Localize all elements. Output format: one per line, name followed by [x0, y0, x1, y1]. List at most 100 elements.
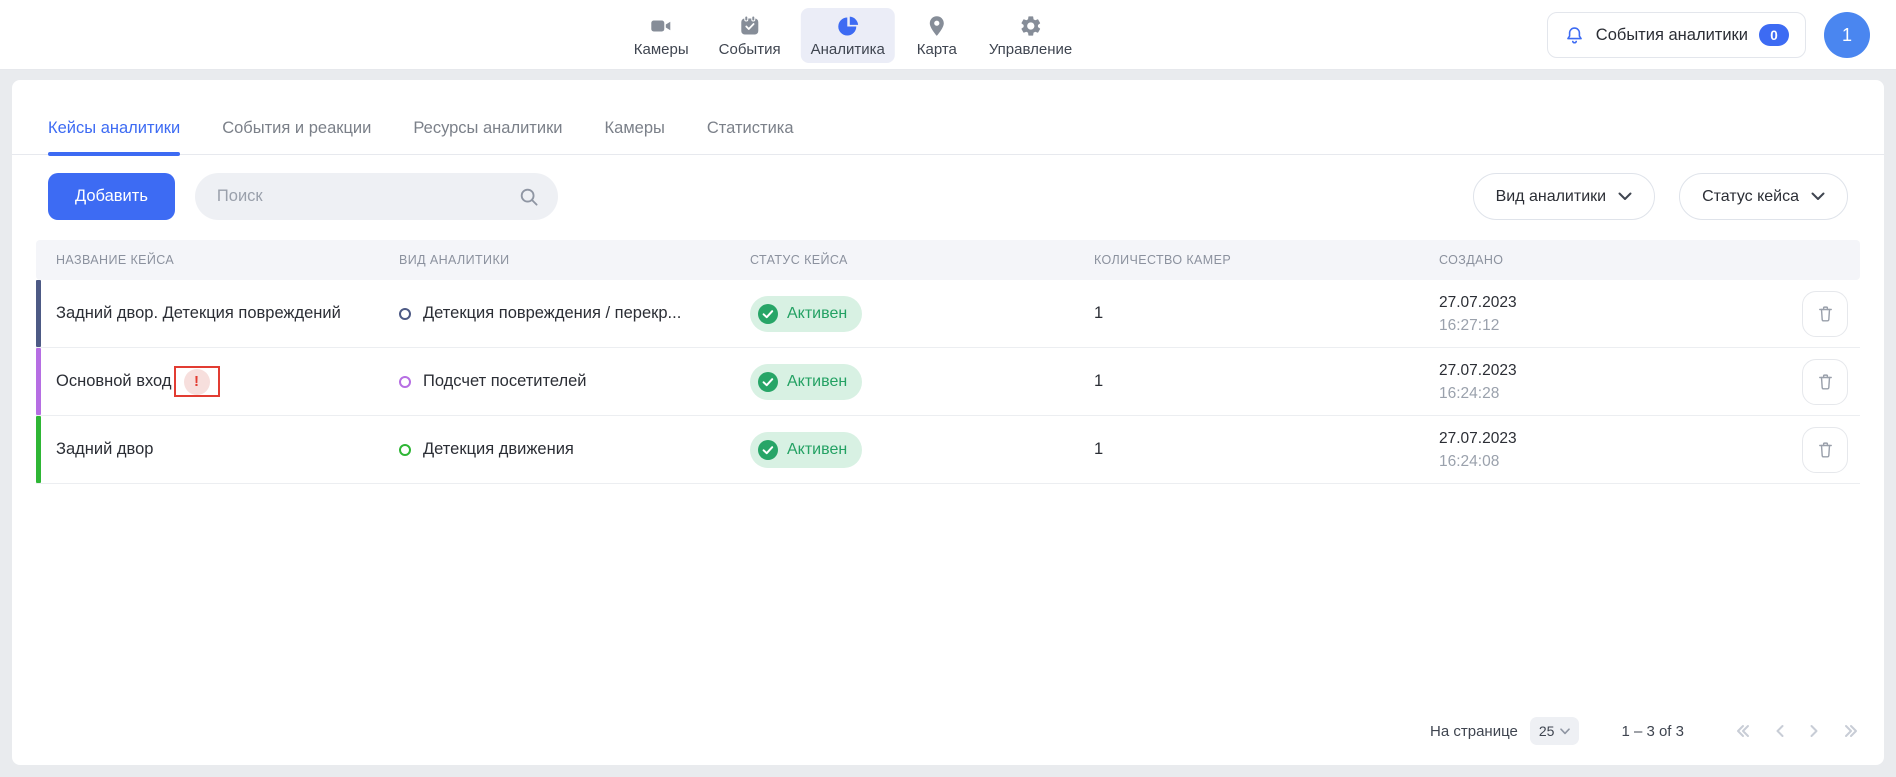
analytics-type-label: Детекция движения [423, 440, 574, 459]
search-box[interactable] [195, 173, 558, 220]
trash-icon [1816, 440, 1835, 459]
pagination-controls [1734, 723, 1860, 739]
delete-case-button[interactable] [1802, 427, 1848, 473]
tab-analytics-cases[interactable]: Кейсы аналитики [48, 119, 180, 154]
created-cell: 27.07.2023 16:24:28 [1419, 348, 1768, 415]
status-check-icon [758, 372, 778, 392]
page-tabs: Кейсы аналитики События и реакции Ресурс… [12, 80, 1884, 155]
analytics-page: Кейсы аналитики События и реакции Ресурс… [12, 80, 1884, 765]
analytics-type-label: Детекция повреждения / перекр... [423, 304, 681, 323]
pagination-range: 1 – 3 of 3 [1621, 723, 1684, 740]
events-calendar-icon [738, 14, 762, 38]
row-accent-bar [36, 416, 41, 483]
map-pin-icon [925, 14, 949, 38]
analytics-type-label: Подсчет посетителей [423, 372, 587, 391]
double-chevron-right-icon [1842, 723, 1860, 739]
search-icon [518, 186, 540, 208]
status-badge: Активен [750, 432, 862, 468]
case-name: Задний двор [36, 416, 379, 483]
table-row[interactable]: Задний двор. Детекция повреждений Детекц… [36, 280, 1860, 348]
add-case-button[interactable]: Добавить [48, 173, 175, 220]
per-page-select[interactable]: 25 [1530, 717, 1580, 745]
last-page-button[interactable] [1842, 723, 1860, 739]
created-date: 27.07.2023 [1439, 427, 1517, 450]
camera-count: 1 [1074, 348, 1419, 415]
cases-table: НАЗВАНИЕ КЕЙСА ВИД АНАЛИТИКИ СТАТУС КЕЙС… [36, 240, 1860, 484]
status-badge: Активен [750, 364, 862, 400]
per-page-label: На странице [1430, 723, 1518, 740]
camera-icon [649, 14, 673, 38]
filter-label: Вид аналитики [1496, 188, 1607, 206]
search-input[interactable] [217, 187, 518, 206]
created-cell: 27.07.2023 16:27:12 [1419, 280, 1768, 347]
nav-item-label: Карта [917, 41, 957, 58]
filter-analytics-type[interactable]: Вид аналитики [1473, 173, 1656, 220]
chevron-left-icon [1774, 723, 1786, 739]
nav-item-map[interactable]: Карта [905, 8, 969, 63]
table-row[interactable]: Задний двор Детекция движения Активен 1 … [36, 416, 1860, 484]
created-time: 16:27:12 [1439, 314, 1499, 337]
warning-annotation-box: ! [174, 366, 220, 397]
nav-item-cameras[interactable]: Камеры [624, 8, 699, 63]
delete-case-button[interactable] [1802, 359, 1848, 405]
events-count-badge: 0 [1759, 24, 1789, 46]
created-date: 27.07.2023 [1439, 291, 1517, 314]
row-accent-bar [36, 348, 41, 415]
next-page-button[interactable] [1808, 723, 1820, 739]
analytics-type-icon [399, 376, 411, 388]
nav-item-management[interactable]: Управление [979, 8, 1082, 63]
bell-icon [1564, 25, 1585, 46]
table-footer: На странице 25 1 – 3 of 3 [1430, 709, 1860, 753]
created-cell: 27.07.2023 16:24:08 [1419, 416, 1768, 483]
tab-events-and-reactions[interactable]: События и реакции [222, 119, 371, 154]
delete-case-button[interactable] [1802, 291, 1848, 337]
nav-item-analytics[interactable]: Аналитика [801, 8, 895, 63]
top-header: Камеры События Аналитика [0, 0, 1896, 70]
first-page-button[interactable] [1734, 723, 1752, 739]
column-header-case-name: НАЗВАНИЕ КЕЙСА [36, 240, 379, 280]
camera-count: 1 [1074, 280, 1419, 347]
analytics-events-button[interactable]: События аналитики 0 [1547, 12, 1806, 58]
filter-label: Статус кейса [1702, 188, 1799, 206]
trash-icon [1816, 304, 1835, 323]
column-header-case-status: СТАТУС КЕЙСА [730, 240, 1074, 280]
status-check-icon [758, 440, 778, 460]
double-chevron-left-icon [1734, 723, 1752, 739]
status-check-icon [758, 304, 778, 324]
status-badge: Активен [750, 296, 862, 332]
analytics-type-icon [399, 444, 411, 456]
chevron-right-icon [1808, 723, 1820, 739]
case-name: Задний двор. Детекция повреждений [36, 280, 379, 347]
column-header-actions [1768, 240, 1860, 280]
user-avatar[interactable]: 1 [1824, 12, 1870, 58]
analytics-events-label: События аналитики [1596, 26, 1748, 45]
row-accent-bar [36, 280, 41, 347]
nav-item-label: Камеры [634, 41, 689, 58]
created-time: 16:24:28 [1439, 382, 1499, 405]
nav-item-events[interactable]: События [709, 8, 791, 63]
toolbar: Добавить Вид аналитики Статус кейса [12, 155, 1884, 240]
trash-icon [1816, 372, 1835, 391]
nav-item-label: Аналитика [811, 41, 885, 58]
table-row[interactable]: Основной вход ! Подсчет посетителей Акти… [36, 348, 1860, 416]
previous-page-button[interactable] [1774, 723, 1786, 739]
created-time: 16:24:08 [1439, 450, 1499, 473]
gear-icon [1019, 14, 1043, 38]
table-header: НАЗВАНИЕ КЕЙСА ВИД АНАЛИТИКИ СТАТУС КЕЙС… [36, 240, 1860, 280]
chevron-down-icon [1811, 192, 1825, 201]
column-header-created: СОЗДАНО [1419, 240, 1768, 280]
column-header-analytics-type: ВИД АНАЛИТИКИ [379, 240, 730, 280]
filter-case-status[interactable]: Статус кейса [1679, 173, 1848, 220]
tab-statistics[interactable]: Статистика [707, 119, 794, 154]
tab-cameras[interactable]: Камеры [605, 119, 665, 154]
tab-analytics-resources[interactable]: Ресурсы аналитики [413, 119, 562, 154]
pie-chart-icon [836, 14, 860, 38]
camera-count: 1 [1074, 416, 1419, 483]
analytics-type-icon [399, 308, 411, 320]
per-page-value: 25 [1539, 723, 1555, 739]
case-name: Основной вход ! [36, 348, 379, 415]
nav-item-label: События [719, 41, 781, 58]
main-navigation: Камеры События Аналитика [624, 0, 1082, 70]
created-date: 27.07.2023 [1439, 359, 1517, 382]
chevron-down-icon [1560, 728, 1570, 735]
